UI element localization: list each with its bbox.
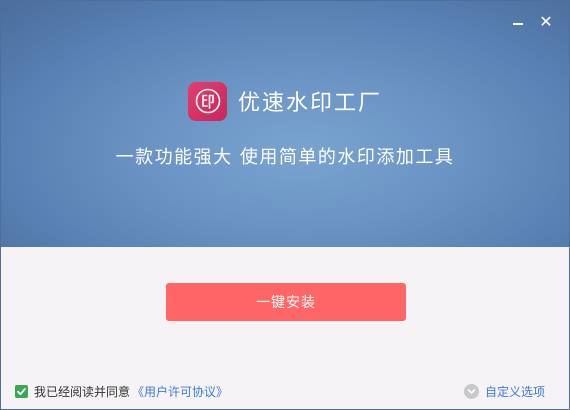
- license-link[interactable]: 《用户许可协议》: [132, 383, 228, 400]
- app-name: 优速水印工厂: [238, 91, 383, 116]
- minimize-button[interactable]: [509, 13, 527, 31]
- custom-options-label: 自定义选项: [484, 384, 545, 399]
- minimize-icon: [513, 23, 523, 25]
- close-icon: ✕: [539, 12, 553, 31]
- tagline: 一款功能强大 使用简单的水印添加工具: [115, 147, 455, 168]
- install-button[interactable]: 一键安装: [166, 283, 406, 321]
- brand: 优速水印工厂: [188, 81, 382, 121]
- check-icon: [17, 387, 26, 395]
- installer-window: ✕ 优速水印工厂 一款功能强大 使用简单的水印添加工具 一键安装 我已经阅读并同…: [0, 0, 570, 410]
- agree-text: 我已经阅读并同意: [34, 384, 131, 399]
- agreement-row: 我已经阅读并同意 《用户许可协议》: [15, 383, 228, 399]
- custom-options-button[interactable]: 自定义选项: [463, 382, 545, 400]
- hero-banner: ✕ 优速水印工厂 一款功能强大 使用简单的水印添加工具: [1, 1, 569, 247]
- agree-checkbox[interactable]: [15, 384, 28, 398]
- chevron-down-icon: [463, 383, 479, 399]
- close-button[interactable]: ✕: [537, 13, 555, 31]
- logo-glyph: [195, 88, 220, 114]
- app-logo-icon: [188, 81, 227, 121]
